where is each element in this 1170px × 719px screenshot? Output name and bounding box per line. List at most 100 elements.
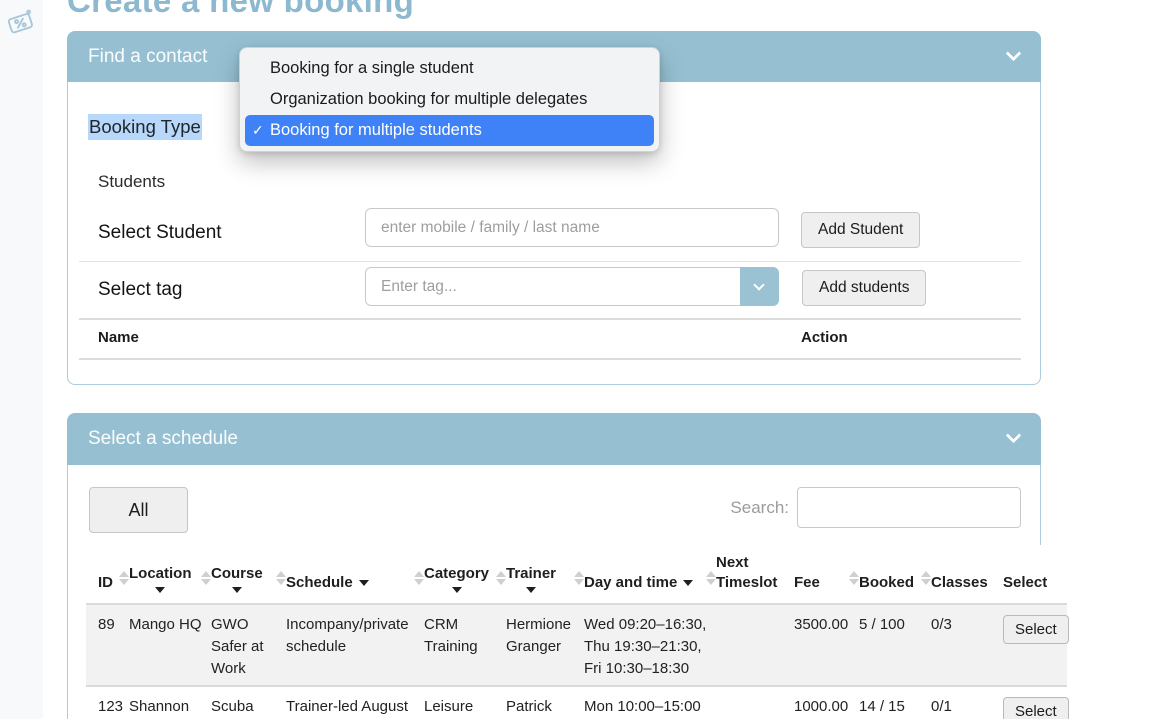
cell-booked: 5 / 100 — [859, 605, 931, 685]
dropdown-option-label: Booking for a single student — [270, 59, 474, 77]
col-header-schedule[interactable]: Schedule — [286, 545, 424, 603]
sort-arrows-icon[interactable] — [119, 571, 129, 585]
col-header-category[interactable]: Category — [424, 545, 506, 603]
filter-caret-icon[interactable] — [155, 587, 165, 593]
col-label: Fee — [794, 573, 820, 593]
col-header-location[interactable]: Location — [129, 545, 211, 603]
col-label: Location — [129, 564, 192, 584]
search-input[interactable] — [797, 487, 1021, 528]
add-students-button[interactable]: Add students — [802, 270, 926, 306]
col-label: Schedule — [286, 573, 353, 593]
col-header-classes: Classes — [931, 545, 1003, 603]
sort-arrows-icon[interactable] — [574, 571, 584, 585]
cell-schedule: Incompany/private schedule — [286, 605, 424, 685]
col-label: Select — [1003, 573, 1047, 593]
filter-caret-icon[interactable] — [452, 587, 462, 593]
find-contact-header-label: Find a contact — [88, 46, 207, 68]
col-label: ID — [98, 573, 113, 593]
sort-arrows-icon[interactable] — [706, 571, 716, 585]
dropdown-option-label: Booking for multiple students — [270, 121, 482, 139]
cell-location: Shannon Leisure — [129, 687, 211, 719]
select-schedule-panel: Select a schedule All Search: ID Locatio… — [67, 413, 1041, 719]
cell-next-timeslot — [716, 687, 794, 719]
divider — [79, 261, 1021, 262]
cell-course: Scuba Diving — [211, 687, 286, 719]
cell-trainer: Patrick Star — [506, 687, 584, 719]
sort-arrows-icon[interactable] — [849, 571, 859, 585]
student-search-input[interactable] — [365, 208, 779, 247]
col-label: Booked — [859, 573, 914, 593]
sort-arrows-icon[interactable] — [276, 571, 286, 585]
chevron-down-icon[interactable] — [1006, 46, 1022, 62]
cell-select: Select — [1003, 687, 1067, 719]
cell-fee: 1000.00 — [794, 687, 859, 719]
cell-classes: 0/3 — [931, 605, 1003, 685]
col-header-day-and-time[interactable]: Day and time — [584, 545, 716, 603]
select-schedule-header-label: Select a schedule — [88, 428, 238, 450]
sort-arrows-icon[interactable] — [921, 571, 931, 585]
schedule-table-header-row: ID Location Course Schedule — [86, 545, 1067, 605]
cell-next-timeslot — [716, 605, 794, 685]
sort-arrows-icon[interactable] — [496, 571, 506, 585]
select-tag-label: Select tag — [98, 279, 183, 301]
dropdown-option-organization[interactable]: Organization booking for multiple delega… — [245, 84, 654, 115]
filter-all-button[interactable]: All — [89, 487, 188, 533]
col-header-booked[interactable]: Booked — [859, 545, 931, 603]
search-bar: Search: — [730, 487, 1021, 528]
cell-id: 123 — [98, 687, 129, 719]
filter-caret-icon[interactable] — [359, 580, 369, 586]
col-header-id[interactable]: ID — [98, 545, 129, 603]
col-label: Category — [424, 564, 489, 584]
cell-trainer: Hermione Granger — [506, 605, 584, 685]
schedule-table: ID Location Course Schedule — [86, 545, 1067, 719]
cell-category: Leisure — [424, 687, 506, 719]
booking-type-dropdown-menu: Booking for a single student Organizatio… — [239, 47, 660, 152]
select-student-label: Select Student — [98, 222, 222, 244]
discount-ticket-icon[interactable] — [6, 8, 36, 43]
dropdown-option-multiple-students[interactable]: ✓ Booking for multiple students — [245, 115, 654, 146]
divider — [79, 318, 1021, 320]
cell-location: Mango HQ — [129, 605, 211, 685]
col-header-course[interactable]: Course — [211, 545, 286, 603]
chevron-down-icon[interactable] — [1006, 428, 1022, 444]
col-label: Day and time — [584, 573, 677, 593]
select-schedule-header[interactable]: Select a schedule — [67, 413, 1041, 465]
cell-category: CRM Training — [424, 605, 506, 685]
cell-course: GWO Safer at Work — [211, 605, 286, 685]
filter-caret-icon[interactable] — [232, 587, 242, 593]
col-header-fee[interactable]: Fee — [794, 545, 859, 603]
sort-arrows-icon[interactable] — [201, 571, 211, 585]
select-row-button[interactable]: Select — [1003, 615, 1069, 644]
select-schedule-body: All Search: ID Location Co — [67, 465, 1041, 719]
dropdown-option-label: Organization booking for multiple delega… — [270, 90, 587, 108]
students-label: Students — [98, 172, 165, 192]
left-sidebar — [0, 0, 43, 719]
filter-caret-icon[interactable] — [526, 587, 536, 593]
divider — [79, 358, 1021, 360]
name-column-header: Name — [98, 329, 139, 346]
search-label: Search: — [730, 498, 789, 518]
booking-type-label: Booking Type — [88, 114, 202, 140]
add-student-button[interactable]: Add Student — [801, 212, 920, 248]
table-row: 89 Mango HQ GWO Safer at Work Incompany/… — [86, 605, 1067, 687]
select-row-button[interactable]: Select — [1003, 697, 1069, 719]
cell-classes: 0/1 — [931, 687, 1003, 719]
cell-day-and-time: Mon 10:00–15:00 — [584, 687, 716, 719]
tag-input[interactable] — [365, 267, 740, 306]
table-row: 123 Shannon Leisure Scuba Diving Trainer… — [86, 687, 1067, 719]
sort-arrows-icon[interactable] — [414, 571, 424, 585]
cell-day-and-time: Wed 09:20–16:30, Thu 19:30–21:30, Fri 10… — [584, 605, 716, 685]
col-label: Trainer — [506, 564, 556, 584]
checkmark-icon: ✓ — [252, 115, 264, 146]
tag-dropdown-button[interactable] — [740, 267, 779, 306]
page-title: Create a new booking — [67, 0, 414, 20]
cell-fee: 3500.00 — [794, 605, 859, 685]
col-label: Next Timeslot — [716, 553, 786, 593]
chevron-down-icon — [753, 279, 764, 290]
filter-caret-icon[interactable] — [683, 580, 693, 586]
col-header-trainer[interactable]: Trainer — [506, 545, 584, 603]
booking-page: Create a new booking Find a contact Book… — [0, 0, 1170, 719]
dropdown-option-single-student[interactable]: Booking for a single student — [245, 53, 654, 84]
cell-select: Select — [1003, 605, 1067, 685]
col-header-select: Select — [1003, 545, 1067, 603]
